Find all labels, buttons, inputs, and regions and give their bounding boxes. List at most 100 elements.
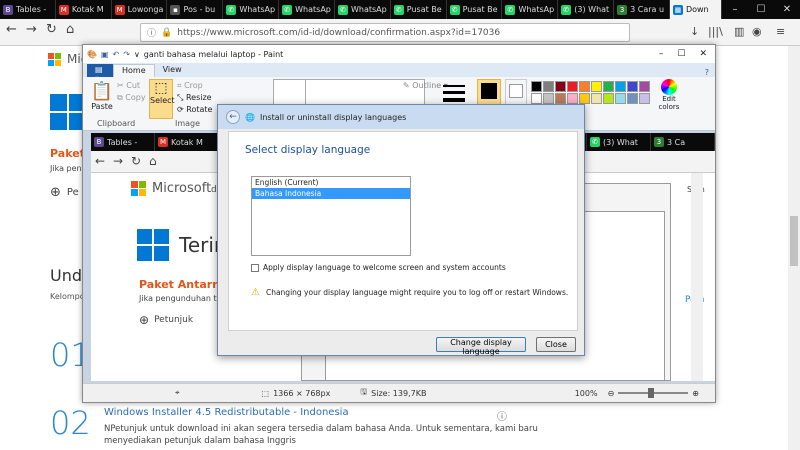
language-listbox[interactable]: English (Current) Bahasa Indonesia bbox=[251, 176, 411, 256]
zoom-level: 100% bbox=[574, 388, 598, 398]
language-list-item[interactable]: English (Current) bbox=[252, 177, 410, 188]
palette-swatch[interactable] bbox=[543, 93, 554, 104]
tab-favicon-icon: M bbox=[58, 4, 69, 15]
info-icon[interactable]: ⓘ bbox=[147, 26, 156, 39]
library-icon[interactable]: |||\ bbox=[708, 25, 723, 38]
palette-swatch[interactable] bbox=[555, 93, 566, 104]
reload-icon[interactable]: ↻ bbox=[46, 22, 57, 37]
inner-tab: ✆ (3) What bbox=[587, 133, 651, 151]
help-icon[interactable]: ? bbox=[705, 68, 715, 77]
palette-swatch[interactable] bbox=[567, 93, 578, 104]
browser-tab[interactable]: ✆ WhatsAp bbox=[223, 0, 280, 19]
resize-button[interactable]: ⤡ Resize bbox=[177, 93, 212, 103]
checkbox-icon[interactable] bbox=[251, 263, 259, 272]
account-icon[interactable]: ◉ bbox=[752, 25, 762, 38]
zoom-out-icon[interactable]: ⊖ bbox=[608, 389, 615, 398]
palette-swatch[interactable] bbox=[567, 81, 578, 92]
browser-tab[interactable]: 33 Cara u bbox=[614, 0, 670, 19]
copy-button[interactable]: ⧉ Copy bbox=[117, 93, 146, 103]
palette-swatch[interactable] bbox=[603, 93, 614, 104]
palette-swatch[interactable] bbox=[531, 93, 542, 104]
palette-swatch[interactable] bbox=[615, 81, 626, 92]
inner-back-icon: ← bbox=[95, 154, 106, 168]
browser-tab[interactable]: M Lowonga bbox=[112, 0, 168, 19]
browser-tab[interactable]: ✆ WhatsAp bbox=[279, 0, 335, 19]
info-icon[interactable]: ⓘ bbox=[497, 408, 507, 423]
page-kelompo-text: Kelompo bbox=[50, 292, 85, 301]
back-arrow-icon[interactable]: ← bbox=[226, 110, 240, 124]
page-petunjuk-link[interactable]: ⊕ Pe bbox=[50, 185, 79, 200]
paint-menu-button[interactable]: ▤ ▾ bbox=[87, 64, 113, 83]
tab-label: (3) What bbox=[603, 137, 638, 147]
zoom-slider[interactable] bbox=[618, 388, 689, 398]
crop-button[interactable]: ⌗ Crop bbox=[177, 81, 203, 91]
menu-icon[interactable]: ≡ bbox=[776, 25, 785, 38]
palette-swatch[interactable] bbox=[591, 93, 602, 104]
sidebar-icon[interactable]: ▥ bbox=[734, 25, 744, 38]
browser-tab[interactable]: ✆ WhatsAp bbox=[335, 0, 391, 19]
browser-tab[interactable]: ▪ Pos - bu bbox=[167, 0, 224, 19]
change-display-language-button[interactable]: Change display language bbox=[436, 337, 526, 356]
apply-welcome-checkbox[interactable]: Apply display language to welcome screen… bbox=[251, 263, 506, 272]
language-list-item[interactable]: Bahasa Indonesia bbox=[252, 188, 410, 199]
close-icon[interactable]: ✕ bbox=[699, 49, 707, 59]
browser-tab[interactable]: B Tables - bbox=[0, 0, 56, 19]
window-controls: – ☐ ✕ bbox=[722, 4, 800, 15]
url-bar[interactable]: ⓘ 🔒 https://www.microsoft.com/id-id/down… bbox=[140, 23, 630, 42]
edit-colors-button[interactable]: Edit colors bbox=[655, 79, 683, 111]
downloads-icon[interactable]: ↓ bbox=[690, 25, 699, 38]
palette-swatch[interactable] bbox=[627, 93, 638, 104]
browser-tab[interactable]: ▦ Down bbox=[669, 0, 722, 19]
paint-title: ganti bahasa melalui laptop - Paint bbox=[143, 49, 284, 59]
home-icon[interactable]: ⌂ bbox=[66, 22, 74, 37]
close-icon[interactable]: ✕ bbox=[774, 4, 800, 15]
palette-swatch[interactable] bbox=[543, 81, 554, 92]
minimize-icon[interactable]: – bbox=[722, 4, 748, 15]
palette-swatch[interactable] bbox=[639, 93, 650, 104]
zoom-in-icon[interactable]: ⊕ bbox=[692, 389, 699, 398]
palette-swatch[interactable] bbox=[615, 93, 626, 104]
browser-tab[interactable]: ✆ Pusat Be bbox=[447, 0, 503, 19]
maximize-icon[interactable]: ☐ bbox=[677, 49, 685, 59]
inner-scrollbar bbox=[691, 173, 703, 381]
rotate-button[interactable]: ⟳ Rotate bbox=[177, 105, 212, 114]
tab-favicon-icon: ✆ bbox=[282, 4, 293, 15]
back-icon[interactable]: ← bbox=[6, 22, 17, 37]
palette-swatch[interactable] bbox=[579, 93, 590, 104]
palette-swatch[interactable] bbox=[531, 81, 542, 92]
dialog-content: Select display language English (Current… bbox=[228, 131, 578, 331]
tab-favicon-icon: ✆ bbox=[505, 4, 516, 15]
undo-icon[interactable]: ↶ bbox=[113, 50, 120, 59]
browser-tab[interactable]: ✆ Pusat Be bbox=[391, 0, 447, 19]
tab-home[interactable]: Home bbox=[113, 64, 155, 77]
tab-favicon-icon: B bbox=[94, 137, 104, 147]
browser-tab[interactable]: ✆ (3) What bbox=[558, 0, 615, 19]
palette-swatch[interactable] bbox=[603, 81, 614, 92]
paste-button[interactable]: 📋 Paste bbox=[89, 81, 115, 111]
cut-button[interactable]: ✂ Cut bbox=[117, 81, 140, 90]
palette-swatch[interactable] bbox=[639, 81, 650, 92]
palette-swatch[interactable] bbox=[591, 81, 602, 92]
item02-title-link[interactable]: Windows Installer 4.5 Redistributable - … bbox=[104, 407, 349, 418]
minimize-icon[interactable]: – bbox=[659, 49, 664, 59]
page-scrollbar[interactable] bbox=[788, 46, 800, 450]
close-button[interactable]: Close bbox=[536, 337, 576, 352]
browser-tab[interactable]: M Kotak M bbox=[56, 0, 112, 19]
paint-status-bar: ⌖ ⬚ 1366 × 768px 🖫 Size: 139,7KB 100% ⊖ … bbox=[83, 383, 715, 402]
palette-swatch[interactable] bbox=[555, 81, 566, 92]
palette-swatch[interactable] bbox=[579, 81, 590, 92]
palette-swatch[interactable] bbox=[627, 81, 638, 92]
outline-dropdown[interactable]: ✎ Outline ▾ bbox=[403, 81, 448, 90]
redo-icon[interactable]: ↷ bbox=[123, 50, 130, 59]
maximize-icon[interactable]: ☐ bbox=[748, 4, 774, 15]
tab-view[interactable]: View bbox=[155, 64, 190, 77]
forward-icon[interactable]: → bbox=[26, 22, 37, 37]
quick-access-dropdown-icon[interactable]: ∨ bbox=[134, 50, 140, 59]
save-icon[interactable]: ▣ bbox=[101, 50, 109, 59]
tab-favicon-icon: ▪ bbox=[170, 4, 181, 15]
select-button[interactable]: ⬚ Select bbox=[149, 79, 175, 119]
item02-desc-line1: NPetunjuk untuk download ini akan segera… bbox=[104, 424, 538, 434]
tab-favicon-icon: ✆ bbox=[590, 137, 600, 147]
inner-home-icon: ⌂ bbox=[149, 154, 157, 168]
browser-tab[interactable]: ✆ WhatsAp bbox=[502, 0, 559, 19]
